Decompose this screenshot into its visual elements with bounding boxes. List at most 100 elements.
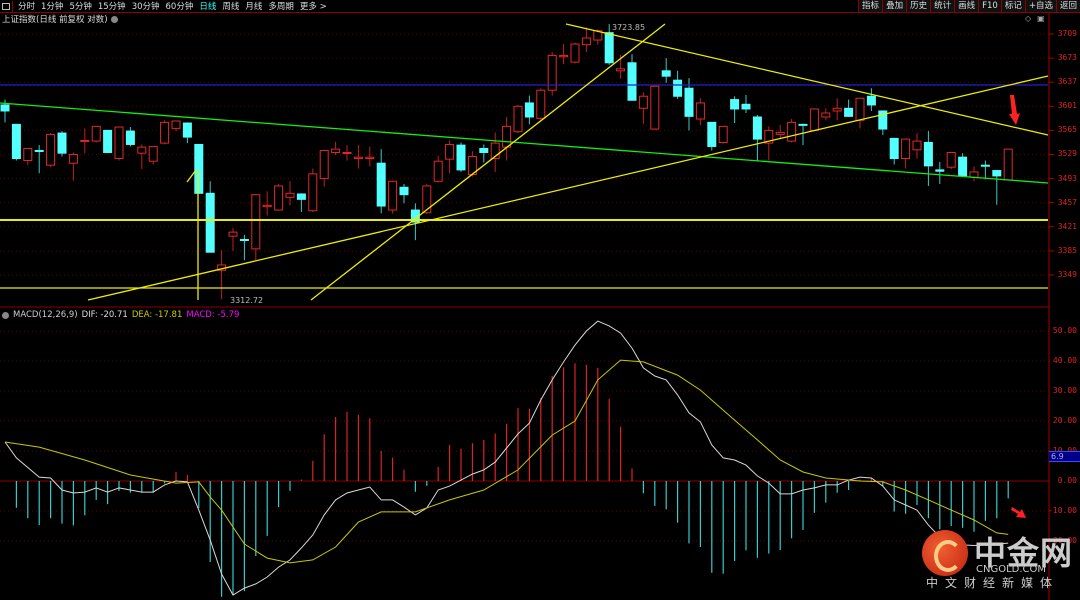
candle-up bbox=[695, 102, 705, 120]
candle-up bbox=[388, 180, 398, 211]
candle-down bbox=[524, 102, 534, 118]
candle-down bbox=[125, 130, 135, 145]
candle-up bbox=[809, 108, 819, 131]
candle-down bbox=[707, 121, 717, 147]
stock-chart[interactable] bbox=[0, 0, 1080, 600]
candle-up bbox=[969, 171, 979, 178]
candle-down bbox=[798, 123, 808, 126]
macd-axis-label: 0.00 bbox=[1057, 476, 1077, 485]
macd-axis-label: -10.00 bbox=[1048, 506, 1077, 515]
cngold-logo-icon bbox=[922, 530, 968, 576]
macd-axis-label: 30.00 bbox=[1052, 386, 1077, 395]
candle-up bbox=[114, 126, 124, 160]
candle-up bbox=[718, 125, 728, 143]
candle-up bbox=[513, 105, 523, 133]
candle-up bbox=[1003, 148, 1013, 181]
candle-up bbox=[365, 156, 375, 160]
candle-up bbox=[251, 194, 261, 250]
candle-up bbox=[331, 148, 341, 153]
macd-axis-label: 20.00 bbox=[1052, 416, 1077, 425]
price-axis-label: 3601 bbox=[1057, 101, 1077, 111]
candle-up bbox=[638, 95, 648, 109]
candle-up bbox=[946, 151, 956, 168]
candle-up bbox=[855, 97, 865, 121]
candle-down bbox=[57, 132, 67, 154]
candle-up bbox=[832, 107, 842, 112]
price-axis-label: 3385 bbox=[1057, 245, 1077, 255]
candle-down bbox=[194, 143, 204, 194]
candle-up bbox=[445, 143, 455, 160]
price-axis-label: 3529 bbox=[1057, 149, 1077, 159]
candle-down bbox=[730, 99, 740, 110]
candle-up bbox=[422, 185, 432, 214]
price-axis-label: 3709 bbox=[1057, 29, 1077, 38]
candle-up bbox=[433, 160, 443, 182]
candle-down bbox=[479, 147, 489, 153]
candle-up bbox=[148, 145, 158, 162]
candle-up bbox=[91, 125, 101, 142]
candle-down bbox=[205, 192, 215, 253]
price-axis-label: 3421 bbox=[1057, 221, 1077, 231]
candle-down bbox=[182, 122, 192, 138]
candle-up bbox=[160, 121, 170, 144]
candle-down bbox=[627, 62, 637, 101]
candle-up bbox=[650, 85, 660, 130]
high-price-label: 3723.85 bbox=[612, 23, 646, 32]
candle-down bbox=[239, 239, 249, 242]
candle-up bbox=[775, 131, 785, 135]
candle-down bbox=[661, 70, 671, 77]
candle-down bbox=[935, 169, 945, 172]
candle-down bbox=[752, 116, 762, 140]
candle-up bbox=[901, 138, 911, 160]
candle-up bbox=[308, 173, 318, 212]
candle-down bbox=[399, 186, 409, 196]
candle-up bbox=[171, 120, 181, 129]
candle-down bbox=[866, 95, 876, 106]
candle-down bbox=[296, 193, 306, 200]
candle-up bbox=[353, 156, 363, 160]
price-axis-label: 3493 bbox=[1057, 173, 1077, 183]
candle-down bbox=[34, 149, 44, 152]
macd-axis-label: 40.00 bbox=[1052, 356, 1077, 365]
price-axis-label: 3673 bbox=[1057, 53, 1077, 63]
price-axis-label: 3565 bbox=[1057, 125, 1077, 135]
price-axis-label: 3637 bbox=[1057, 77, 1077, 87]
candle-down bbox=[980, 164, 990, 167]
candle-up bbox=[228, 231, 238, 237]
red-arrow-icon bbox=[1009, 95, 1020, 125]
candle-down bbox=[376, 162, 386, 207]
candle-up bbox=[559, 54, 569, 58]
cngold-watermark: 中金网 CNGOLD.COM 中文财经新媒体 bbox=[920, 528, 1080, 600]
candle-up bbox=[23, 147, 33, 162]
trendline-yellow bbox=[310, 23, 666, 301]
candle-up bbox=[342, 151, 352, 154]
trendline-yellow bbox=[87, 75, 1049, 301]
price-axis-label: 3457 bbox=[1057, 197, 1077, 207]
candle-up bbox=[285, 192, 295, 198]
candle-down bbox=[103, 129, 113, 153]
candle-up bbox=[80, 139, 90, 142]
candle-up bbox=[502, 125, 512, 148]
candle-up bbox=[274, 185, 284, 211]
candle-up bbox=[137, 146, 147, 154]
candle-up bbox=[319, 149, 329, 180]
candle-up bbox=[821, 112, 831, 118]
watermark-sub: 中文财经新媒体 bbox=[926, 576, 1060, 590]
candle-down bbox=[684, 87, 694, 117]
candle-up bbox=[912, 140, 922, 151]
candle-down bbox=[958, 156, 968, 177]
candle-down bbox=[604, 32, 614, 64]
candle-up bbox=[536, 89, 546, 119]
candle-up bbox=[262, 204, 272, 208]
candle-up bbox=[787, 121, 797, 142]
candle-down bbox=[673, 79, 683, 97]
red-arrow-icon bbox=[1011, 507, 1026, 518]
candle-down bbox=[456, 144, 466, 171]
candle-up bbox=[570, 43, 580, 63]
candle-up bbox=[581, 37, 591, 46]
low-price-label: 3312.72 bbox=[230, 296, 264, 305]
candle-down bbox=[741, 103, 751, 110]
candle-down bbox=[0, 104, 10, 112]
trendline-yellow bbox=[565, 23, 1049, 136]
candle-up bbox=[68, 153, 78, 164]
